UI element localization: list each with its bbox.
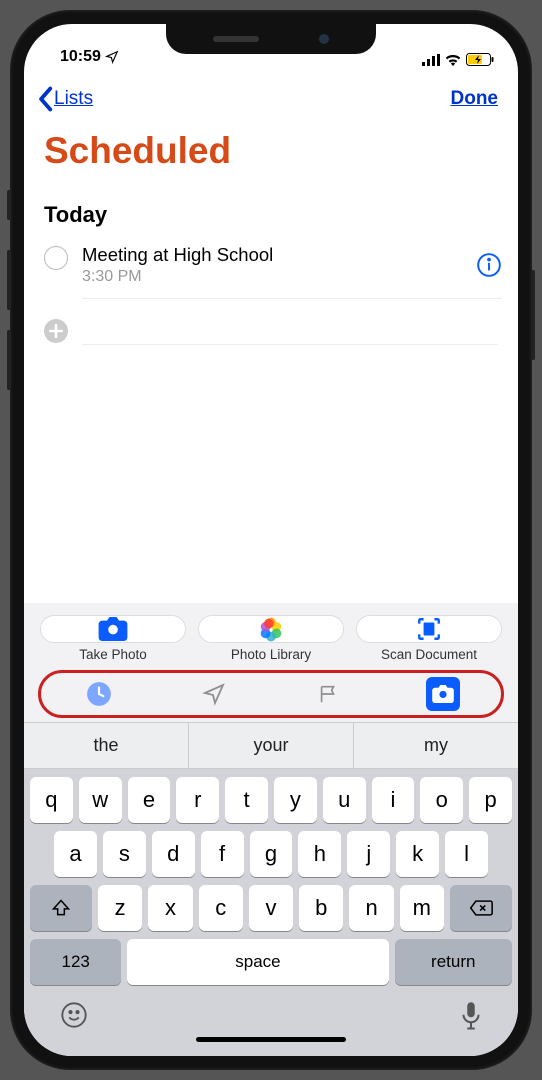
key-m[interactable]: m (400, 885, 444, 931)
key-j[interactable]: j (347, 831, 390, 877)
back-button[interactable]: Lists (36, 86, 93, 112)
key-v[interactable]: v (249, 885, 293, 931)
take-photo-label: Take Photo (40, 647, 186, 662)
return-key[interactable]: return (395, 939, 513, 985)
keyboard-bottom-row (24, 985, 518, 1037)
key-row-4: 123 space return (24, 931, 518, 985)
battery-icon (466, 53, 494, 66)
scan-document-label: Scan Document (356, 647, 502, 662)
scan-icon (416, 616, 442, 642)
keyboard: the your my q w e r t y u i o p a s d f (24, 722, 518, 1056)
key-p[interactable]: p (469, 777, 512, 823)
photo-library-button[interactable] (198, 615, 344, 643)
scan-document-button[interactable] (356, 615, 502, 643)
key-k[interactable]: k (396, 831, 439, 877)
key-row-2: a s d f g h j k l (24, 823, 518, 877)
phone-frame: 10:59 Lists Done Scheduled Today (10, 10, 532, 1070)
key-e[interactable]: e (128, 777, 171, 823)
flag-icon (317, 682, 339, 706)
clock-icon (86, 681, 112, 707)
mic-icon[interactable] (460, 1001, 482, 1031)
power-button (531, 270, 535, 360)
notch (166, 24, 376, 54)
suggestion[interactable]: my (353, 723, 518, 768)
home-indicator[interactable] (196, 1037, 346, 1042)
key-s[interactable]: s (103, 831, 146, 877)
suggestion-bar: the your my (24, 722, 518, 769)
key-x[interactable]: x (148, 885, 192, 931)
volume-down-button (7, 330, 11, 390)
reminder-row[interactable]: Meeting at High School 3:30 PM (24, 236, 518, 309)
back-label: Lists (54, 88, 93, 110)
key-d[interactable]: d (152, 831, 195, 877)
shift-key[interactable] (30, 885, 92, 931)
wifi-icon (444, 53, 462, 66)
new-reminder-line (82, 327, 498, 345)
key-u[interactable]: u (323, 777, 366, 823)
reminder-toolbar (24, 668, 518, 722)
key-a[interactable]: a (54, 831, 97, 877)
emoji-icon[interactable] (60, 1001, 88, 1029)
photos-icon (258, 616, 284, 642)
add-reminder-row[interactable] (24, 309, 518, 355)
backspace-key[interactable] (450, 885, 512, 931)
backspace-icon (469, 899, 493, 917)
key-row-1: q w e r t y u i o p (24, 769, 518, 823)
suggestion[interactable]: your (188, 723, 353, 768)
key-o[interactable]: o (420, 777, 463, 823)
info-icon[interactable] (476, 252, 502, 278)
key-t[interactable]: t (225, 777, 268, 823)
location-button[interactable] (197, 677, 231, 711)
volume-up-button (7, 250, 11, 310)
key-w[interactable]: w (79, 777, 122, 823)
reminder-time: 3:30 PM (82, 268, 476, 286)
flag-button[interactable] (311, 677, 345, 711)
schedule-button[interactable] (82, 677, 116, 711)
key-row-3: z x c v b n m (24, 877, 518, 931)
section-header: Today (24, 176, 518, 236)
numbers-key[interactable]: 123 (30, 939, 121, 985)
key-r[interactable]: r (176, 777, 219, 823)
plus-icon (44, 319, 68, 343)
complete-checkbox[interactable] (44, 246, 68, 270)
key-q[interactable]: q (30, 777, 73, 823)
front-camera (319, 34, 329, 44)
key-z[interactable]: z (98, 885, 142, 931)
key-h[interactable]: h (298, 831, 341, 877)
key-y[interactable]: y (274, 777, 317, 823)
status-time: 10:59 (60, 48, 101, 66)
cellular-icon (422, 54, 440, 66)
key-n[interactable]: n (349, 885, 393, 931)
key-g[interactable]: g (250, 831, 293, 877)
speaker (213, 36, 259, 42)
suggestion[interactable]: the (24, 723, 188, 768)
nav-bar: Lists Done (24, 68, 518, 120)
chevron-left-icon (36, 86, 54, 112)
key-i[interactable]: i (372, 777, 415, 823)
camera-button[interactable] (426, 677, 460, 711)
key-l[interactable]: l (445, 831, 488, 877)
key-c[interactable]: c (199, 885, 243, 931)
location-icon (105, 50, 119, 64)
location-arrow-icon (202, 682, 226, 706)
page-title: Scheduled (24, 120, 518, 176)
key-b[interactable]: b (299, 885, 343, 931)
photo-library-label: Photo Library (198, 647, 344, 662)
take-photo-button[interactable] (40, 615, 186, 643)
volume-switch (7, 190, 11, 220)
space-key[interactable]: space (127, 939, 388, 985)
reminder-title: Meeting at High School (82, 244, 476, 266)
shift-icon (51, 898, 71, 918)
attachment-menu: Take Photo Photo Library (24, 603, 518, 668)
camera-icon (98, 617, 128, 641)
done-button[interactable]: Done (451, 88, 499, 110)
screen: 10:59 Lists Done Scheduled Today (24, 24, 518, 1056)
key-f[interactable]: f (201, 831, 244, 877)
camera-icon (432, 685, 454, 703)
